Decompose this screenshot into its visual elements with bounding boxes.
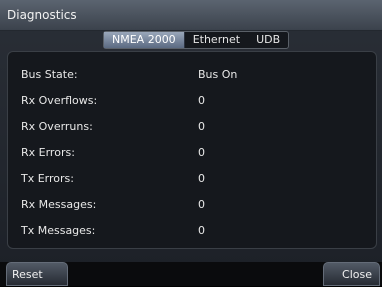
rx-overruns-value: 0 <box>198 120 205 133</box>
tx-errors-value: 0 <box>198 172 205 185</box>
tx-errors-label: Tx Errors: <box>21 172 74 185</box>
tx-messages-label: Tx Messages: <box>21 224 96 237</box>
reset-button[interactable]: Reset <box>6 262 68 286</box>
rx-overruns-label: Rx Overruns: <box>21 120 93 133</box>
title-bar: Diagnostics <box>0 0 382 31</box>
rx-errors-label: Rx Errors: <box>21 146 75 159</box>
rx-messages-label: Rx Messages: <box>21 198 97 211</box>
close-button[interactable]: Close <box>323 262 380 286</box>
diagnostics-window: Diagnostics NMEA 2000 Ethernet UDB Bus S… <box>0 0 382 286</box>
window-title: Diagnostics <box>7 8 77 22</box>
rx-overflows-label: Rx Overflows: <box>21 94 98 107</box>
tab-udb[interactable]: UDB <box>248 32 288 48</box>
bus-state-label: Bus State: <box>21 68 78 81</box>
tab-nmea-2000[interactable]: NMEA 2000 <box>104 32 185 48</box>
tx-messages-value: 0 <box>198 224 205 237</box>
tab-ethernet[interactable]: Ethernet <box>185 32 248 48</box>
bus-state-value: Bus On <box>198 68 238 81</box>
tab-bar: NMEA 2000 Ethernet UDB <box>103 31 290 49</box>
rx-messages-value: 0 <box>198 198 205 211</box>
diagnostics-panel: Bus State: Bus On Rx Overflows: 0 Rx Ove… <box>7 51 377 249</box>
rx-overflows-value: 0 <box>198 94 205 107</box>
rx-errors-value: 0 <box>198 146 205 159</box>
